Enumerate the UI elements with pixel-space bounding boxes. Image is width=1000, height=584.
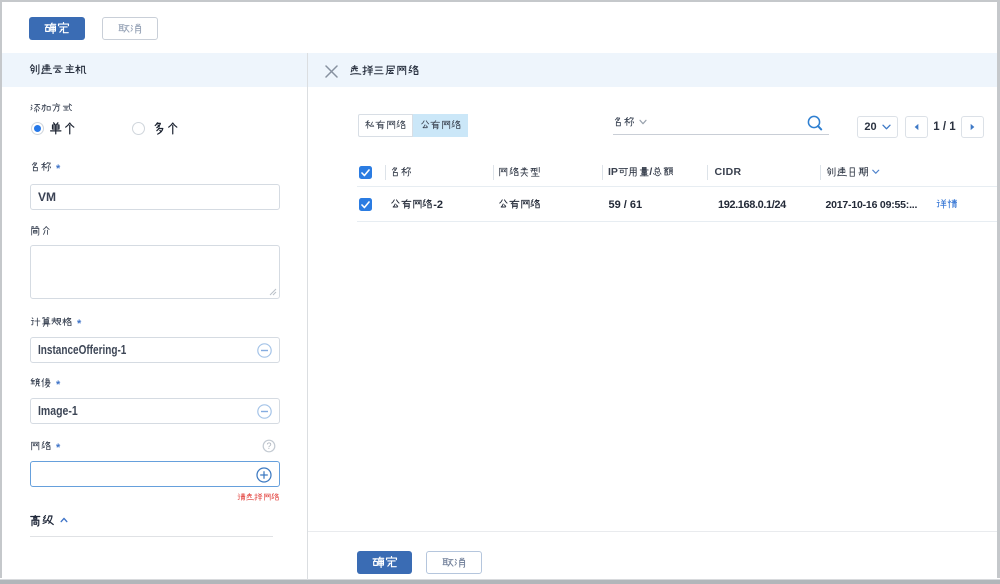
svg-text:?: ? <box>266 441 271 451</box>
